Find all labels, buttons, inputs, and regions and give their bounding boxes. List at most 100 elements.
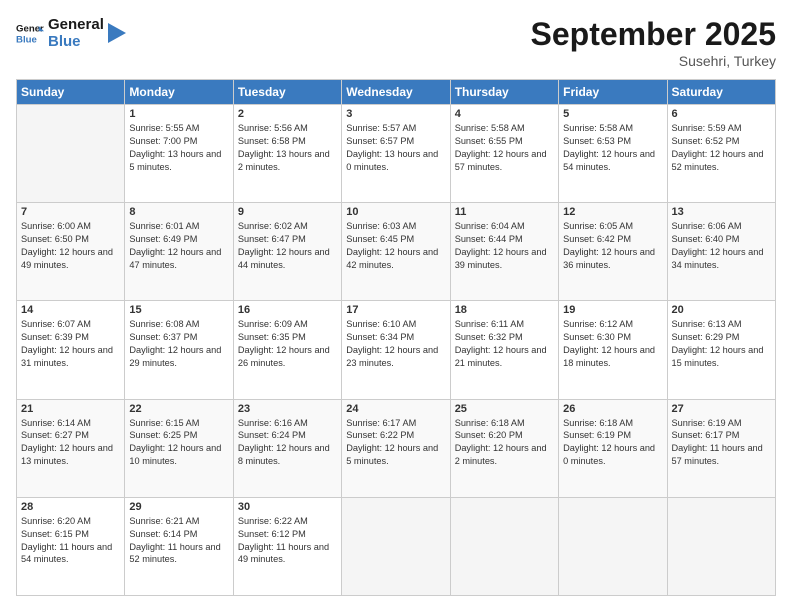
day-info: Sunrise: 6:03 AMSunset: 6:45 PMDaylight:… — [346, 221, 438, 270]
logo-icon: General Blue — [16, 19, 44, 47]
day-cell: 25Sunrise: 6:18 AMSunset: 6:20 PMDayligh… — [450, 399, 558, 497]
day-cell: 28Sunrise: 6:20 AMSunset: 6:15 PMDayligh… — [17, 497, 125, 595]
title-block: September 2025 Susehri, Turkey — [531, 16, 776, 69]
day-cell: 15 Sunrise: 6:08 AMSunset: 6:37 PMDayligh… — [125, 301, 233, 399]
day-number: 29 — [129, 501, 228, 513]
day-info: Sunrise: 5:56 AMSunset: 6:58 PMDaylight:… — [238, 123, 330, 172]
day-cell: 17 Sunrise: 6:10 AMSunset: 6:34 PMDayligh… — [342, 301, 450, 399]
day-cell: 6 Sunrise: 5:59 AMSunset: 6:52 PMDaylight… — [667, 105, 775, 203]
day-number: 5 — [563, 108, 662, 120]
day-cell: 9Sunrise: 6:02 AMSunset: 6:47 PMDaylight… — [233, 203, 341, 301]
day-number: 8 — [129, 206, 228, 218]
svg-text:Blue: Blue — [16, 35, 37, 46]
week-row-5: 28Sunrise: 6:20 AMSunset: 6:15 PMDayligh… — [17, 497, 776, 595]
day-info: Sunrise: 6:02 AMSunset: 6:47 PMDaylight:… — [238, 221, 330, 270]
day-cell — [450, 497, 558, 595]
day-info: Sunrise: 6:07 AMSunset: 6:39 PMDaylight:… — [21, 319, 113, 368]
weekday-header-wednesday: Wednesday — [342, 80, 450, 105]
day-info: Sunrise: 6:05 AMSunset: 6:42 PMDaylight:… — [563, 221, 655, 270]
day-info: Sunrise: 6:17 AMSunset: 6:22 PMDaylight:… — [346, 418, 438, 467]
day-cell: 10Sunrise: 6:03 AMSunset: 6:45 PMDayligh… — [342, 203, 450, 301]
day-info: Sunrise: 6:18 AMSunset: 6:20 PMDaylight:… — [455, 418, 547, 467]
calendar-table: SundayMondayTuesdayWednesdayThursdayFrid… — [16, 79, 776, 596]
day-number: 1 — [129, 108, 228, 120]
day-number: 27 — [672, 403, 771, 415]
day-number: 17 — [346, 304, 445, 316]
day-cell: 29Sunrise: 6:21 AMSunset: 6:14 PMDayligh… — [125, 497, 233, 595]
day-info: Sunrise: 6:19 AMSunset: 6:17 PMDaylight:… — [672, 418, 763, 467]
day-cell: 27 Sunrise: 6:19 AMSunset: 6:17 PMDayligh… — [667, 399, 775, 497]
day-cell: 16Sunrise: 6:09 AMSunset: 6:35 PMDayligh… — [233, 301, 341, 399]
day-cell: 11Sunrise: 6:04 AMSunset: 6:44 PMDayligh… — [450, 203, 558, 301]
day-cell: 3 Sunrise: 5:57 AMSunset: 6:57 PMDaylight… — [342, 105, 450, 203]
day-cell — [559, 497, 667, 595]
day-cell: 7 Sunrise: 6:00 AMSunset: 6:50 PMDaylight… — [17, 203, 125, 301]
day-number: 23 — [238, 403, 337, 415]
weekday-header-sunday: Sunday — [17, 80, 125, 105]
logo-triangle-icon — [108, 23, 126, 43]
week-row-1: 1 Sunrise: 5:55 AMSunset: 7:00 PMDaylight… — [17, 105, 776, 203]
day-cell: 5 Sunrise: 5:58 AMSunset: 6:53 PMDaylight… — [559, 105, 667, 203]
day-cell: 19Sunrise: 6:12 AMSunset: 6:30 PMDayligh… — [559, 301, 667, 399]
weekday-header-thursday: Thursday — [450, 80, 558, 105]
day-info: Sunrise: 6:14 AMSunset: 6:27 PMDaylight:… — [21, 418, 113, 467]
day-info: Sunrise: 6:08 AMSunset: 6:37 PMDaylight:… — [129, 319, 221, 368]
weekday-header-friday: Friday — [559, 80, 667, 105]
day-number: 16 — [238, 304, 337, 316]
day-number: 15 — [129, 304, 228, 316]
weekday-header-row: SundayMondayTuesdayWednesdayThursdayFrid… — [17, 80, 776, 105]
day-info: Sunrise: 6:15 AMSunset: 6:25 PMDaylight:… — [129, 418, 221, 467]
day-info: Sunrise: 5:58 AMSunset: 6:53 PMDaylight:… — [563, 123, 655, 172]
day-number: 4 — [455, 108, 554, 120]
day-info: Sunrise: 5:55 AMSunset: 7:00 PMDaylight:… — [129, 123, 221, 172]
day-info: Sunrise: 6:13 AMSunset: 6:29 PMDaylight:… — [672, 319, 764, 368]
day-cell: 18Sunrise: 6:11 AMSunset: 6:32 PMDayligh… — [450, 301, 558, 399]
weekday-header-monday: Monday — [125, 80, 233, 105]
weekday-header-tuesday: Tuesday — [233, 80, 341, 105]
day-cell: 8 Sunrise: 6:01 AMSunset: 6:49 PMDaylight… — [125, 203, 233, 301]
day-number: 24 — [346, 403, 445, 415]
day-info: Sunrise: 6:20 AMSunset: 6:15 PMDaylight:… — [21, 516, 112, 565]
day-info: Sunrise: 6:22 AMSunset: 6:12 PMDaylight:… — [238, 516, 329, 565]
day-info: Sunrise: 6:06 AMSunset: 6:40 PMDaylight:… — [672, 221, 764, 270]
day-cell: 30 Sunrise: 6:22 AMSunset: 6:12 PMDayligh… — [233, 497, 341, 595]
day-info: Sunrise: 6:18 AMSunset: 6:19 PMDaylight:… — [563, 418, 655, 467]
day-number: 12 — [563, 206, 662, 218]
day-number: 7 — [21, 206, 120, 218]
week-row-3: 14Sunrise: 6:07 AMSunset: 6:39 PMDayligh… — [17, 301, 776, 399]
day-number: 21 — [21, 403, 120, 415]
day-cell — [342, 497, 450, 595]
day-info: Sunrise: 5:58 AMSunset: 6:55 PMDaylight:… — [455, 123, 547, 172]
day-cell: 1 Sunrise: 5:55 AMSunset: 7:00 PMDaylight… — [125, 105, 233, 203]
day-info: Sunrise: 6:16 AMSunset: 6:24 PMDaylight:… — [238, 418, 330, 467]
logo: General Blue General Blue — [16, 16, 126, 51]
logo-general: General — [48, 16, 104, 33]
day-number: 2 — [238, 108, 337, 120]
day-info: Sunrise: 6:10 AMSunset: 6:34 PMDaylight:… — [346, 319, 438, 368]
day-cell: 23 Sunrise: 6:16 AMSunset: 6:24 PMDayligh… — [233, 399, 341, 497]
day-number: 3 — [346, 108, 445, 120]
day-cell: 21 Sunrise: 6:14 AMSunset: 6:27 PMDayligh… — [17, 399, 125, 497]
day-cell: 20 Sunrise: 6:13 AMSunset: 6:29 PMDayligh… — [667, 301, 775, 399]
day-info: Sunrise: 6:00 AMSunset: 6:50 PMDaylight:… — [21, 221, 113, 270]
day-number: 20 — [672, 304, 771, 316]
day-number: 22 — [129, 403, 228, 415]
week-row-4: 21 Sunrise: 6:14 AMSunset: 6:27 PMDayligh… — [17, 399, 776, 497]
day-cell — [17, 105, 125, 203]
day-info: Sunrise: 6:04 AMSunset: 6:44 PMDaylight:… — [455, 221, 547, 270]
day-info: Sunrise: 6:01 AMSunset: 6:49 PMDaylight:… — [129, 221, 221, 270]
day-cell: 2 Sunrise: 5:56 AMSunset: 6:58 PMDaylight… — [233, 105, 341, 203]
day-cell — [667, 497, 775, 595]
header: General Blue General Blue September 2025… — [16, 16, 776, 69]
day-cell: 22 Sunrise: 6:15 AMSunset: 6:25 PMDayligh… — [125, 399, 233, 497]
day-info: Sunrise: 5:59 AMSunset: 6:52 PMDaylight:… — [672, 123, 764, 172]
day-info: Sunrise: 5:57 AMSunset: 6:57 PMDaylight:… — [346, 123, 438, 172]
day-cell: 13Sunrise: 6:06 AMSunset: 6:40 PMDayligh… — [667, 203, 775, 301]
day-cell: 4 Sunrise: 5:58 AMSunset: 6:55 PMDaylight… — [450, 105, 558, 203]
day-number: 30 — [238, 501, 337, 513]
week-row-2: 7 Sunrise: 6:00 AMSunset: 6:50 PMDaylight… — [17, 203, 776, 301]
day-number: 18 — [455, 304, 554, 316]
day-cell: 24 Sunrise: 6:17 AMSunset: 6:22 PMDayligh… — [342, 399, 450, 497]
day-cell: 26Sunrise: 6:18 AMSunset: 6:19 PMDayligh… — [559, 399, 667, 497]
day-number: 6 — [672, 108, 771, 120]
